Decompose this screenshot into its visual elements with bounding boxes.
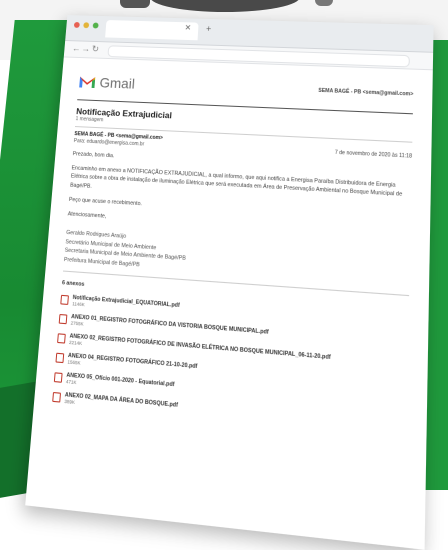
maximize-window-button[interactable] (92, 22, 99, 29)
email-date: 7 de novembro de 2020 às 11:18 (334, 149, 413, 160)
email-body: Prezado, bom dia. Encaminho em anexo a N… (67, 150, 411, 240)
forward-arrow-icon[interactable]: → (81, 43, 90, 53)
pdf-file-icon (53, 372, 63, 383)
pdf-file-icon (57, 333, 66, 344)
back-arrow-icon[interactable]: ← (72, 43, 81, 53)
new-tab-icon[interactable]: + (206, 24, 212, 34)
printed-email-window: ✕ + ← → ↻ Gmail SEMA BAGÉ - PB <sema@gma… (25, 15, 434, 550)
gmail-logo: Gmail (78, 74, 135, 92)
background-shape (120, 0, 150, 8)
gmail-wordmark: Gmail (99, 74, 136, 92)
signature: Geraldo Rodrigues Araújo Secretário Muni… (64, 229, 410, 288)
gmail-m-icon (79, 76, 96, 89)
close-window-button[interactable] (73, 21, 80, 28)
minimize-window-button[interactable] (83, 22, 90, 29)
window-controls (73, 21, 99, 29)
close-tab-icon[interactable]: ✕ (184, 23, 191, 32)
account-email: SEMA BAGÉ - PB <sema@gmail.com> (318, 87, 414, 98)
pdf-file-icon (52, 392, 62, 403)
pdf-file-icon (58, 314, 68, 325)
pdf-file-icon (60, 294, 69, 306)
reload-icon[interactable]: ↻ (91, 44, 99, 55)
pdf-file-icon (55, 352, 65, 364)
email-print-view: Gmail SEMA BAGÉ - PB <sema@gmail.com> No… (34, 57, 433, 438)
gmail-header: Gmail SEMA BAGÉ - PB <sema@gmail.com> (78, 68, 414, 109)
